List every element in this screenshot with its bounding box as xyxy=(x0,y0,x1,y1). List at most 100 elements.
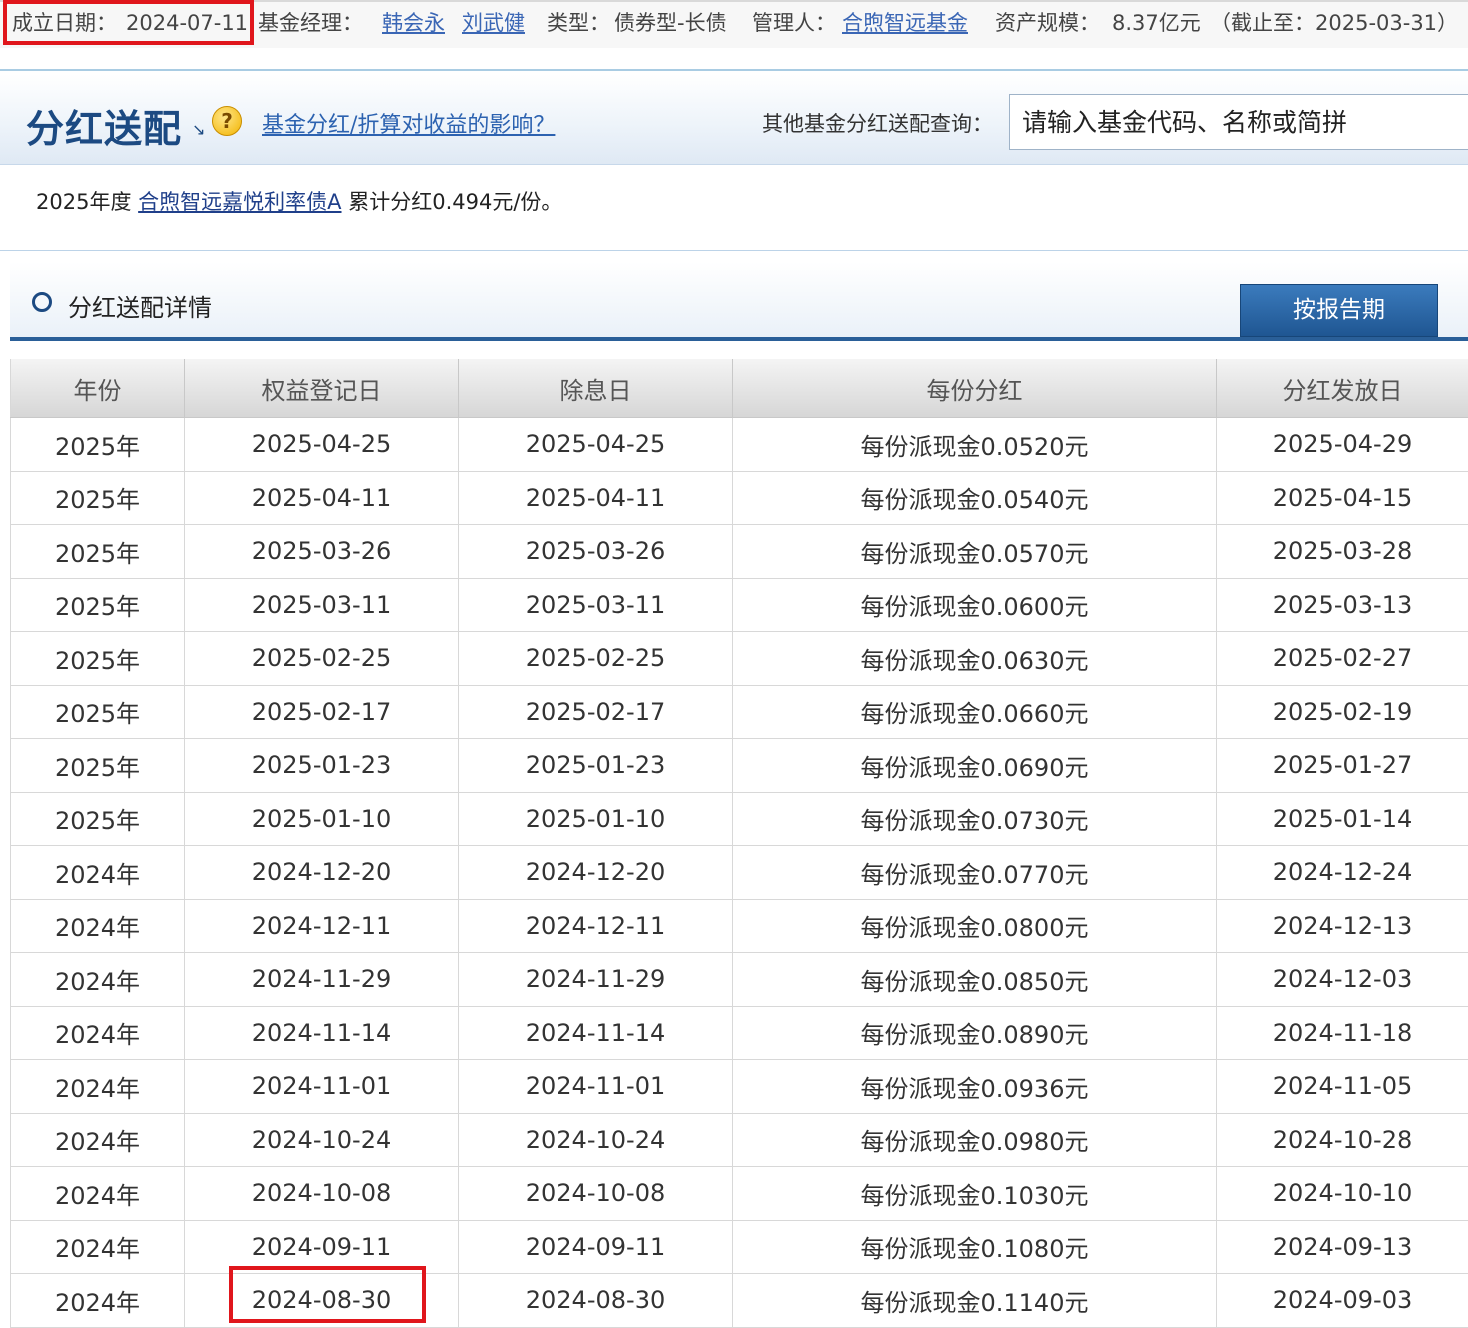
cell-record-date: 2024-12-11 xyxy=(185,899,459,953)
cell-record-date: 2025-02-17 xyxy=(185,685,459,739)
fund-name-link[interactable]: 合煦智远嘉悦利率债A xyxy=(138,190,341,214)
table-row: 2025年2025-04-112025-04-11每份派现金0.0540元202… xyxy=(11,471,1468,525)
cell-pay-date: 2025-04-29 xyxy=(1217,418,1468,472)
table-row: 2025年2025-01-102025-01-10每份派现金0.0730元202… xyxy=(11,792,1468,846)
col-header-dividend-per-share[interactable]: 每份分红 xyxy=(733,359,1217,418)
detail-panel-header: 分红送配详情 按报告期 xyxy=(10,262,1468,341)
table-row: 2025年2025-01-232025-01-23每份派现金0.0690元202… xyxy=(11,739,1468,793)
cell-dividend: 每份派现金0.0660元 xyxy=(733,685,1217,739)
cell-record-date: 2025-01-23 xyxy=(185,739,459,793)
cell-year: 2024年 xyxy=(11,1006,185,1060)
cell-year: 2024年 xyxy=(11,953,185,1007)
cell-record-date: 2025-01-10 xyxy=(185,792,459,846)
cell-ex-date: 2024-11-01 xyxy=(459,1060,733,1114)
cell-pay-date: 2025-04-15 xyxy=(1217,471,1468,525)
fund-type-label: 类型： xyxy=(547,2,610,44)
manager-label: 基金经理： xyxy=(258,2,363,44)
dividend-help-link[interactable]: 基金分红/折算对收益的影响？ xyxy=(262,113,555,138)
cell-pay-date: 2024-09-13 xyxy=(1217,1220,1468,1274)
fund-search-input[interactable]: 请输入基金代码、名称或简拼 xyxy=(1009,94,1468,150)
cell-dividend: 每份派现金0.0540元 xyxy=(733,471,1217,525)
cell-record-date: 2024-10-08 xyxy=(185,1167,459,1221)
page-title: 分红送配 xyxy=(26,98,182,153)
cell-year: 2025年 xyxy=(11,632,185,686)
cell-record-date: 2025-04-25 xyxy=(185,418,459,472)
establish-date-highlight-box xyxy=(3,0,254,45)
cell-ex-date: 2025-04-25 xyxy=(459,418,733,472)
cell-dividend: 每份派现金0.0800元 xyxy=(733,899,1217,953)
table-row: 2025年2025-03-112025-03-11每份派现金0.0600元202… xyxy=(11,578,1468,632)
table-row: 2024年2024-11-012024-11-01每份派现金0.0936元202… xyxy=(11,1060,1468,1114)
cell-ex-date: 2024-10-24 xyxy=(459,1113,733,1167)
manager-link-1[interactable]: 韩会永 xyxy=(382,2,445,44)
cell-dividend: 每份派现金0.1080元 xyxy=(733,1220,1217,1274)
cell-ex-date: 2025-01-23 xyxy=(459,739,733,793)
cell-pay-date: 2024-10-28 xyxy=(1217,1113,1468,1167)
cell-record-date: 2024-11-01 xyxy=(185,1060,459,1114)
record-date-highlight-box xyxy=(229,1266,426,1323)
cell-year: 2025年 xyxy=(11,739,185,793)
cell-year: 2024年 xyxy=(11,1220,185,1274)
summary-total: 累计分红0.494元/份。 xyxy=(348,190,562,214)
cell-year: 2024年 xyxy=(11,1060,185,1114)
cell-pay-date: 2024-12-24 xyxy=(1217,846,1468,900)
question-help-icon[interactable]: ? xyxy=(212,106,242,136)
cell-record-date: 2024-10-24 xyxy=(185,1113,459,1167)
circle-bullet-icon xyxy=(32,292,52,312)
cell-dividend: 每份派现金0.0850元 xyxy=(733,953,1217,1007)
cell-ex-date: 2025-03-26 xyxy=(459,525,733,579)
aum-label: 资产规模： xyxy=(995,2,1100,44)
table-row: 2025年2025-04-252025-04-25每份派现金0.0520元202… xyxy=(11,418,1468,472)
cell-dividend: 每份派现金0.0890元 xyxy=(733,1006,1217,1060)
cell-record-date: 2025-04-11 xyxy=(185,471,459,525)
col-header-ex-date[interactable]: 除息日 xyxy=(459,359,733,418)
cell-dividend: 每份派现金0.1030元 xyxy=(733,1167,1217,1221)
cell-ex-date: 2025-04-11 xyxy=(459,471,733,525)
col-header-year[interactable]: 年份 xyxy=(11,359,185,418)
custodian-link[interactable]: 合煦智远基金 xyxy=(842,2,968,44)
table-header-row: 年份 权益登记日 除息日 每份分红 分红发放日 xyxy=(11,359,1468,418)
cell-record-date: 2025-02-25 xyxy=(185,632,459,686)
table-row: 2024年2024-10-082024-10-08每份派现金0.1030元202… xyxy=(11,1167,1468,1221)
cell-dividend: 每份派现金0.0600元 xyxy=(733,578,1217,632)
col-header-record-date[interactable]: 权益登记日 xyxy=(185,359,459,418)
cell-ex-date: 2024-09-11 xyxy=(459,1220,733,1274)
cell-pay-date: 2025-02-27 xyxy=(1217,632,1468,686)
aum-value: 8.37亿元 xyxy=(1112,2,1201,44)
cell-pay-date: 2025-02-19 xyxy=(1217,685,1468,739)
dividend-summary: 2025年度 合煦智远嘉悦利率债A 累计分红0.494元/份。 xyxy=(36,186,562,216)
col-header-pay-date[interactable]: 分红发放日 xyxy=(1217,359,1468,418)
cell-pay-date: 2024-12-13 xyxy=(1217,899,1468,953)
by-report-period-button[interactable]: 按报告期 xyxy=(1240,284,1438,337)
cell-year: 2025年 xyxy=(11,792,185,846)
cell-ex-date: 2024-12-11 xyxy=(459,899,733,953)
dividend-table: 年份 权益登记日 除息日 每份分红 分红发放日 2025年2025-04-252… xyxy=(10,359,1468,1328)
divider xyxy=(0,69,1468,71)
cell-ex-date: 2024-11-14 xyxy=(459,1006,733,1060)
cell-dividend: 每份派现金0.0630元 xyxy=(733,632,1217,686)
cell-year: 2025年 xyxy=(11,578,185,632)
table-row: 2024年2024-11-142024-11-14每份派现金0.0890元202… xyxy=(11,1006,1468,1060)
cell-ex-date: 2025-02-17 xyxy=(459,685,733,739)
cell-pay-date: 2025-01-14 xyxy=(1217,792,1468,846)
cell-year: 2025年 xyxy=(11,418,185,472)
aum-date: （截止至：2025-03-31） xyxy=(1210,2,1458,44)
cell-ex-date: 2024-12-20 xyxy=(459,846,733,900)
cell-year: 2025年 xyxy=(11,685,185,739)
summary-year: 2025年度 xyxy=(36,190,131,214)
divider xyxy=(0,250,1468,251)
cell-year: 2024年 xyxy=(11,846,185,900)
table-row: 2025年2025-03-262025-03-26每份派现金0.0570元202… xyxy=(11,525,1468,579)
cell-pay-date: 2025-01-27 xyxy=(1217,739,1468,793)
manager-link-2[interactable]: 刘武健 xyxy=(462,2,525,44)
table-row: 2024年2024-12-202024-12-20每份派现金0.0770元202… xyxy=(11,846,1468,900)
cell-year: 2024年 xyxy=(11,1113,185,1167)
cell-pay-date: 2025-03-13 xyxy=(1217,578,1468,632)
cell-dividend: 每份派现金0.0980元 xyxy=(733,1113,1217,1167)
cell-year: 2025年 xyxy=(11,525,185,579)
table-row: 2024年2024-12-112024-12-11每份派现金0.0800元202… xyxy=(11,899,1468,953)
table-row: 2025年2025-02-172025-02-17每份派现金0.0660元202… xyxy=(11,685,1468,739)
cell-record-date: 2024-11-14 xyxy=(185,1006,459,1060)
fund-type-value: 债券型-长债 xyxy=(614,2,727,44)
cell-ex-date: 2024-10-08 xyxy=(459,1167,733,1221)
